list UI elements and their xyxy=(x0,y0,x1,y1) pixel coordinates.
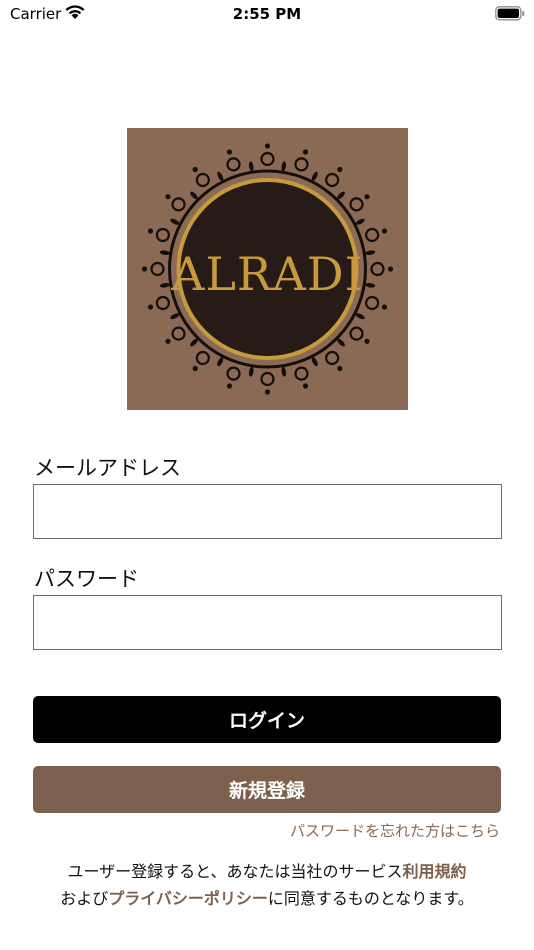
terms-of-service-link[interactable]: 利用規約 xyxy=(403,862,467,881)
brand-logo: ALRADI xyxy=(127,128,408,410)
forgot-password-link[interactable]: パスワードを忘れた方はこちら xyxy=(290,820,500,841)
terms-text-3: に同意するものとなります。 xyxy=(267,889,474,908)
privacy-policy-link[interactable]: プライバシーポリシー xyxy=(108,889,268,908)
email-label: メールアドレス xyxy=(34,456,181,480)
battery-icon xyxy=(495,6,525,21)
login-button[interactable]: ログイン xyxy=(33,696,501,743)
email-input[interactable] xyxy=(33,484,502,539)
password-input[interactable] xyxy=(33,595,502,650)
terms-notice: ユーザー登録すると、あなたは当社のサービス利用規約 およびプライバシーポリシーに… xyxy=(0,858,534,912)
status-bar: Carrier 2:55 PM xyxy=(0,0,534,30)
terms-line-2: およびプライバシーポリシーに同意するものとなります。 xyxy=(0,885,534,912)
register-button[interactable]: 新規登録 xyxy=(33,766,501,813)
password-label: パスワード xyxy=(34,567,139,591)
logo-text: ALRADI xyxy=(170,247,364,301)
terms-text: ユーザー登録すると、あなたは当社のサービス xyxy=(67,862,403,881)
terms-line-1: ユーザー登録すると、あなたは当社のサービス利用規約 xyxy=(0,858,534,885)
status-time: 2:55 PM xyxy=(232,5,302,23)
terms-text-2: および xyxy=(60,889,109,908)
